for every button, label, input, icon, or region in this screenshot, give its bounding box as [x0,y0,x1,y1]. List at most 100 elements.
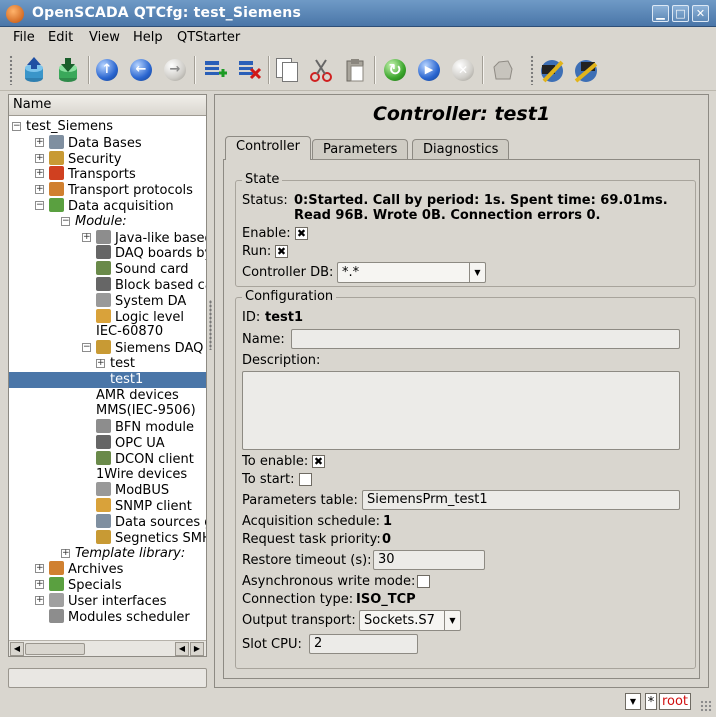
expand-icon[interactable]: + [35,169,44,179]
node-icon [96,277,111,291]
expand-icon[interactable]: + [96,359,105,368]
collapse-icon[interactable]: − [12,122,21,131]
delete-item-button[interactable] [234,55,264,85]
status-bar: ▼ * root [0,690,716,717]
node-icon [96,450,111,465]
request-task-priority-label: Request task priority: [242,532,381,547]
refresh-icon: ↻ [384,59,406,81]
user-indicator[interactable]: root [659,693,691,710]
tree-header-name[interactable]: Name [9,95,206,116]
controller-db-select[interactable]: *.* ▼ [337,262,486,283]
splitter-handle[interactable] [209,300,212,350]
tree-item-label: DCON client [115,451,194,467]
toolbar-grip[interactable] [530,55,534,85]
menu-file[interactable]: File [13,30,35,45]
maximize-button[interactable]: □ [672,5,689,22]
paste-button[interactable] [340,55,370,85]
page-title: Controller: test1 [372,103,551,125]
collapse-icon[interactable]: − [61,216,70,226]
tree-item-label: Archives [68,562,124,578]
minimize-button[interactable]: ▁ [652,5,669,22]
delete-item-icon [239,61,262,80]
async-write-mode-checkbox[interactable] [417,575,430,588]
back-button[interactable]: ← [126,55,156,85]
node-icon [96,514,111,528]
menu-qtstarter[interactable]: QTStarter [177,30,240,45]
tab-content-controller: State Status: 0:Started. Call by period:… [223,159,700,679]
expand-icon[interactable]: + [35,596,44,605]
scroll-left-arrow-icon[interactable]: ◀ [10,642,24,656]
scroll-right-arrow-icon[interactable]: ▶ [190,642,204,656]
scroll-left-arrow-icon[interactable]: ◀ [175,642,189,656]
navigation-tree[interactable]: − test_Siemens + Data Bases + Security + Transp… [9,117,206,640]
controller-page: Controller: test1 Controller Parameters … [214,94,709,688]
refresh-button[interactable]: ↻ [380,55,410,85]
add-item-button[interactable] [200,55,230,85]
tree-scroll-thumb[interactable] [25,643,85,655]
expand-icon[interactable]: + [35,580,44,590]
copy-button[interactable] [272,55,302,85]
vision-icon [574,60,598,83]
expand-icon[interactable]: + [35,153,44,163]
slot-cpu-field[interactable]: 2 [309,634,418,654]
menu-edit[interactable]: Edit [48,30,73,45]
name-field[interactable] [291,329,680,349]
tree-item-label: test_Siemens [26,119,114,134]
what-is-this-button[interactable] [488,55,518,85]
close-button[interactable]: ✕ [692,5,709,22]
tree-item-label: OPC UA [115,436,165,451]
tab-parameters[interactable]: Parameters [312,139,409,160]
enable-checkbox[interactable]: ✖ [295,227,308,240]
output-transport-select[interactable]: Sockets.S7 ▼ [359,610,461,631]
description-textarea[interactable] [242,371,680,450]
status-value-line1: 0:Started. Call by period: 1s. Spent tim… [294,193,668,208]
restore-timeout-field[interactable]: 30 [373,550,485,570]
tree-item-label: 1Wire devices [96,466,188,482]
play-icon: ▶ [418,59,440,81]
chevron-down-icon[interactable]: ▼ [625,693,641,710]
controller-db-label: Controller DB: [242,265,334,280]
node-icon [96,340,111,355]
to-start-checkbox[interactable] [299,473,312,486]
tree-horizontal-scrollbar[interactable]: ◀ ◀ ▶ [9,640,206,656]
parameters-table-field[interactable]: SiemensPrm_test1 [362,490,680,510]
to-enable-checkbox[interactable]: ✖ [312,455,325,468]
copy-icon [276,58,298,82]
vision-button[interactable] [571,55,601,85]
collapse-icon[interactable]: − [82,343,91,353]
menu-help[interactable]: Help [133,30,163,45]
vcs-engine-icon [541,60,564,83]
tree-item-label: DAQ boards by [115,246,206,262]
node-icon [49,577,64,592]
tree-item-label: Sound card [115,262,189,278]
start-button[interactable]: ▶ [414,55,444,85]
hand-pointer-icon [493,60,513,80]
node-icon [96,482,111,497]
tree-item-label: Logic level [115,309,185,325]
up-button[interactable]: ↑ [92,55,122,85]
vcs-engine-button[interactable] [537,55,567,85]
expand-icon[interactable]: + [35,185,44,195]
arrow-right-icon: → [164,59,186,81]
db-save-button[interactable] [53,55,83,85]
expand-icon[interactable]: + [82,232,91,242]
expand-icon[interactable]: + [35,564,44,574]
cut-button[interactable] [306,55,336,85]
db-load-button[interactable] [19,55,49,85]
tab-controller[interactable]: Controller [225,136,311,160]
expand-icon[interactable]: + [35,137,44,147]
tree-item-label: Data Bases [68,135,142,151]
collapse-icon[interactable]: − [35,201,44,210]
node-icon [96,261,111,276]
run-checkbox[interactable]: ✖ [275,245,288,258]
menu-view[interactable]: View [89,30,120,45]
expand-icon[interactable]: + [61,548,70,558]
resize-grip[interactable] [700,700,712,712]
db-load-icon [25,57,43,82]
stop-button[interactable]: ✕ [448,55,478,85]
toolbar-grip[interactable] [9,55,13,85]
tab-diagnostics[interactable]: Diagnostics [412,139,510,160]
forward-button[interactable]: → [160,55,190,85]
controller-db-value: *.* [342,265,360,280]
run-label: Run: [242,244,272,259]
